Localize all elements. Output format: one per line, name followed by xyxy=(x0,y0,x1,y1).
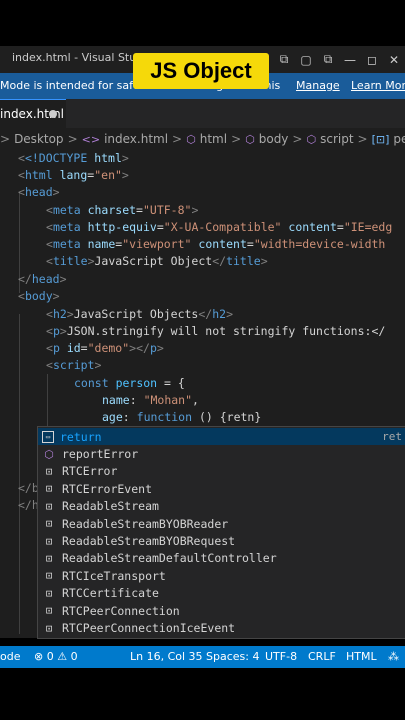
code-line-1: <<!DOCTYPE html> xyxy=(18,151,129,165)
code-line-14: const person = { xyxy=(74,376,185,390)
panel-icon[interactable]: ▢ xyxy=(295,46,317,73)
split-icon[interactable]: ⧉ xyxy=(317,46,339,73)
suggestion-item[interactable]: ⊡ RTCError xyxy=(38,463,405,480)
breadcrumb-script[interactable]: script xyxy=(320,132,353,146)
code-line-16: age: function () {retn} xyxy=(102,410,262,424)
code-line-13: <script> xyxy=(46,358,102,372)
variable-icon: ⊡ xyxy=(45,517,53,531)
variable-icon: ⊡ xyxy=(45,621,53,635)
code-line-6: <meta name="viewport" content="width=dev… xyxy=(46,237,386,251)
status-cursor-position[interactable]: Ln 16, Col 35 xyxy=(130,650,203,663)
breadcrumb: > Desktop > <> index.html > ⬡ html > ⬡ b… xyxy=(0,128,405,150)
suggestion-item[interactable]: ⊡ RTCIceTransport xyxy=(38,567,405,584)
breadcrumb-file[interactable]: index.html xyxy=(104,132,168,146)
chevron-right-icon: > xyxy=(172,132,183,146)
suggestion-item[interactable]: ⊡ ReadableStreamDefaultController xyxy=(38,550,405,567)
suggestion-item[interactable]: ▭ return ret xyxy=(38,428,405,446)
variable-icon: ⊡ xyxy=(45,534,53,548)
variable-icon: ⊡ xyxy=(45,604,53,618)
status-mode[interactable]: ode xyxy=(0,650,20,663)
code-line-11: <p>JSON.stringify will not stringify fun… xyxy=(46,324,386,338)
suggestion-item[interactable]: ⊡ RTCPeerConnection xyxy=(38,602,405,619)
minimize-icon[interactable]: — xyxy=(339,46,361,73)
variable-icon: ⊡ xyxy=(45,551,53,565)
code-line-12: <p id="demo"></p> xyxy=(46,341,164,355)
chevron-right-icon: > xyxy=(0,132,11,146)
suggestion-item[interactable]: ⊡ RTCPeerConnectionIceEvent xyxy=(38,619,405,636)
chevron-right-icon: > xyxy=(231,132,242,146)
chevron-right-icon: > xyxy=(67,132,78,146)
status-problems[interactable]: ⊗ 0 ⚠ 0 xyxy=(34,650,78,663)
variable-icon: ⊡ xyxy=(45,586,53,600)
status-encoding[interactable]: UTF-8 xyxy=(265,650,297,663)
breadcrumb-html[interactable]: html xyxy=(200,132,227,146)
code-line-4: <meta charset="UTF-8"> xyxy=(46,203,199,217)
code-line-7: <title>JavaScript Object</title> xyxy=(46,254,268,268)
tab-bar: index.html xyxy=(0,99,405,129)
code-line-15: name: "Mohan", xyxy=(102,393,199,407)
code-line-3: <head> xyxy=(18,185,60,199)
element-icon: ⬡ xyxy=(306,132,317,146)
element-icon: ⬡ xyxy=(186,132,196,146)
code-line-18: </h xyxy=(18,498,39,512)
variable-icon: ⊡ xyxy=(45,464,53,478)
breadcrumb-desktop[interactable]: Desktop xyxy=(14,132,64,146)
status-eol[interactable]: CRLF xyxy=(308,650,336,663)
chevron-right-icon: > xyxy=(292,132,303,146)
suggestion-item[interactable]: ⊡ ReadableStream xyxy=(38,498,405,515)
suggestion-item[interactable]: ⬡ reportError xyxy=(38,445,405,462)
variable-icon: [⊡] xyxy=(371,132,390,146)
learn-more-link[interactable]: Learn More xyxy=(351,79,405,92)
close-icon[interactable]: ✕ xyxy=(383,46,405,73)
tab-index-html[interactable]: index.html xyxy=(0,99,66,129)
breadcrumb-person[interactable]: person xyxy=(393,132,405,146)
variable-icon: ⊡ xyxy=(45,499,53,513)
maximize-icon[interactable]: ◻ xyxy=(361,46,383,73)
code-line-9: <body> xyxy=(18,289,60,303)
manage-link[interactable]: Manage xyxy=(296,79,340,92)
method-icon: ⬡ xyxy=(44,447,54,461)
suggestion-item[interactable]: ⊡ ReadableStreamBYOBRequest xyxy=(38,532,405,549)
code-line-2: <html lang="en"> xyxy=(18,168,129,182)
suggestion-item[interactable]: ⊡ RTCCertificate xyxy=(38,585,405,602)
status-bar: ode ⊗ 0 ⚠ 0 Ln 16, Col 35 Spaces: 4 UTF-… xyxy=(0,646,405,668)
window-controls: ⧉ ▢ ⧉ — ◻ ✕ xyxy=(273,46,405,73)
indent-guide xyxy=(19,314,20,634)
suggestion-item[interactable]: ⊡ ReadableStreamBYOBReader xyxy=(38,515,405,532)
code-line-17: </b xyxy=(18,481,39,495)
chevron-right-icon: > xyxy=(357,132,368,146)
keyword-icon: ▭ xyxy=(42,430,54,443)
suggestion-widget[interactable]: ▭ return ret ⬡ reportError ⊡ RTCError ⊡ … xyxy=(37,426,405,639)
variable-icon: ⊡ xyxy=(45,482,53,496)
variable-icon: ⊡ xyxy=(45,569,53,583)
breadcrumb-body[interactable]: body xyxy=(259,132,289,146)
window-title: index.html - Visual Stud xyxy=(12,51,144,64)
layout-icon[interactable]: ⧉ xyxy=(273,46,295,73)
html-file-icon: <> xyxy=(81,132,101,146)
element-icon: ⬡ xyxy=(245,132,255,146)
unsaved-dot-icon[interactable] xyxy=(49,110,57,118)
status-indentation[interactable]: Spaces: 4 xyxy=(206,650,259,663)
status-language[interactable]: HTML xyxy=(346,650,377,663)
code-line-10: <h2>JavaScript Objects</h2> xyxy=(46,307,234,321)
notifications-bell-icon[interactable]: ⁂ xyxy=(388,650,399,663)
code-line-8: </head> xyxy=(18,272,67,286)
code-line-5: <meta http-equiv="X-UA-Compatible" conte… xyxy=(46,220,393,234)
suggestion-item[interactable]: ⊡ RTCErrorEvent xyxy=(38,480,405,497)
video-bottom-border xyxy=(0,668,405,720)
video-title-overlay: JS Object xyxy=(133,53,269,89)
